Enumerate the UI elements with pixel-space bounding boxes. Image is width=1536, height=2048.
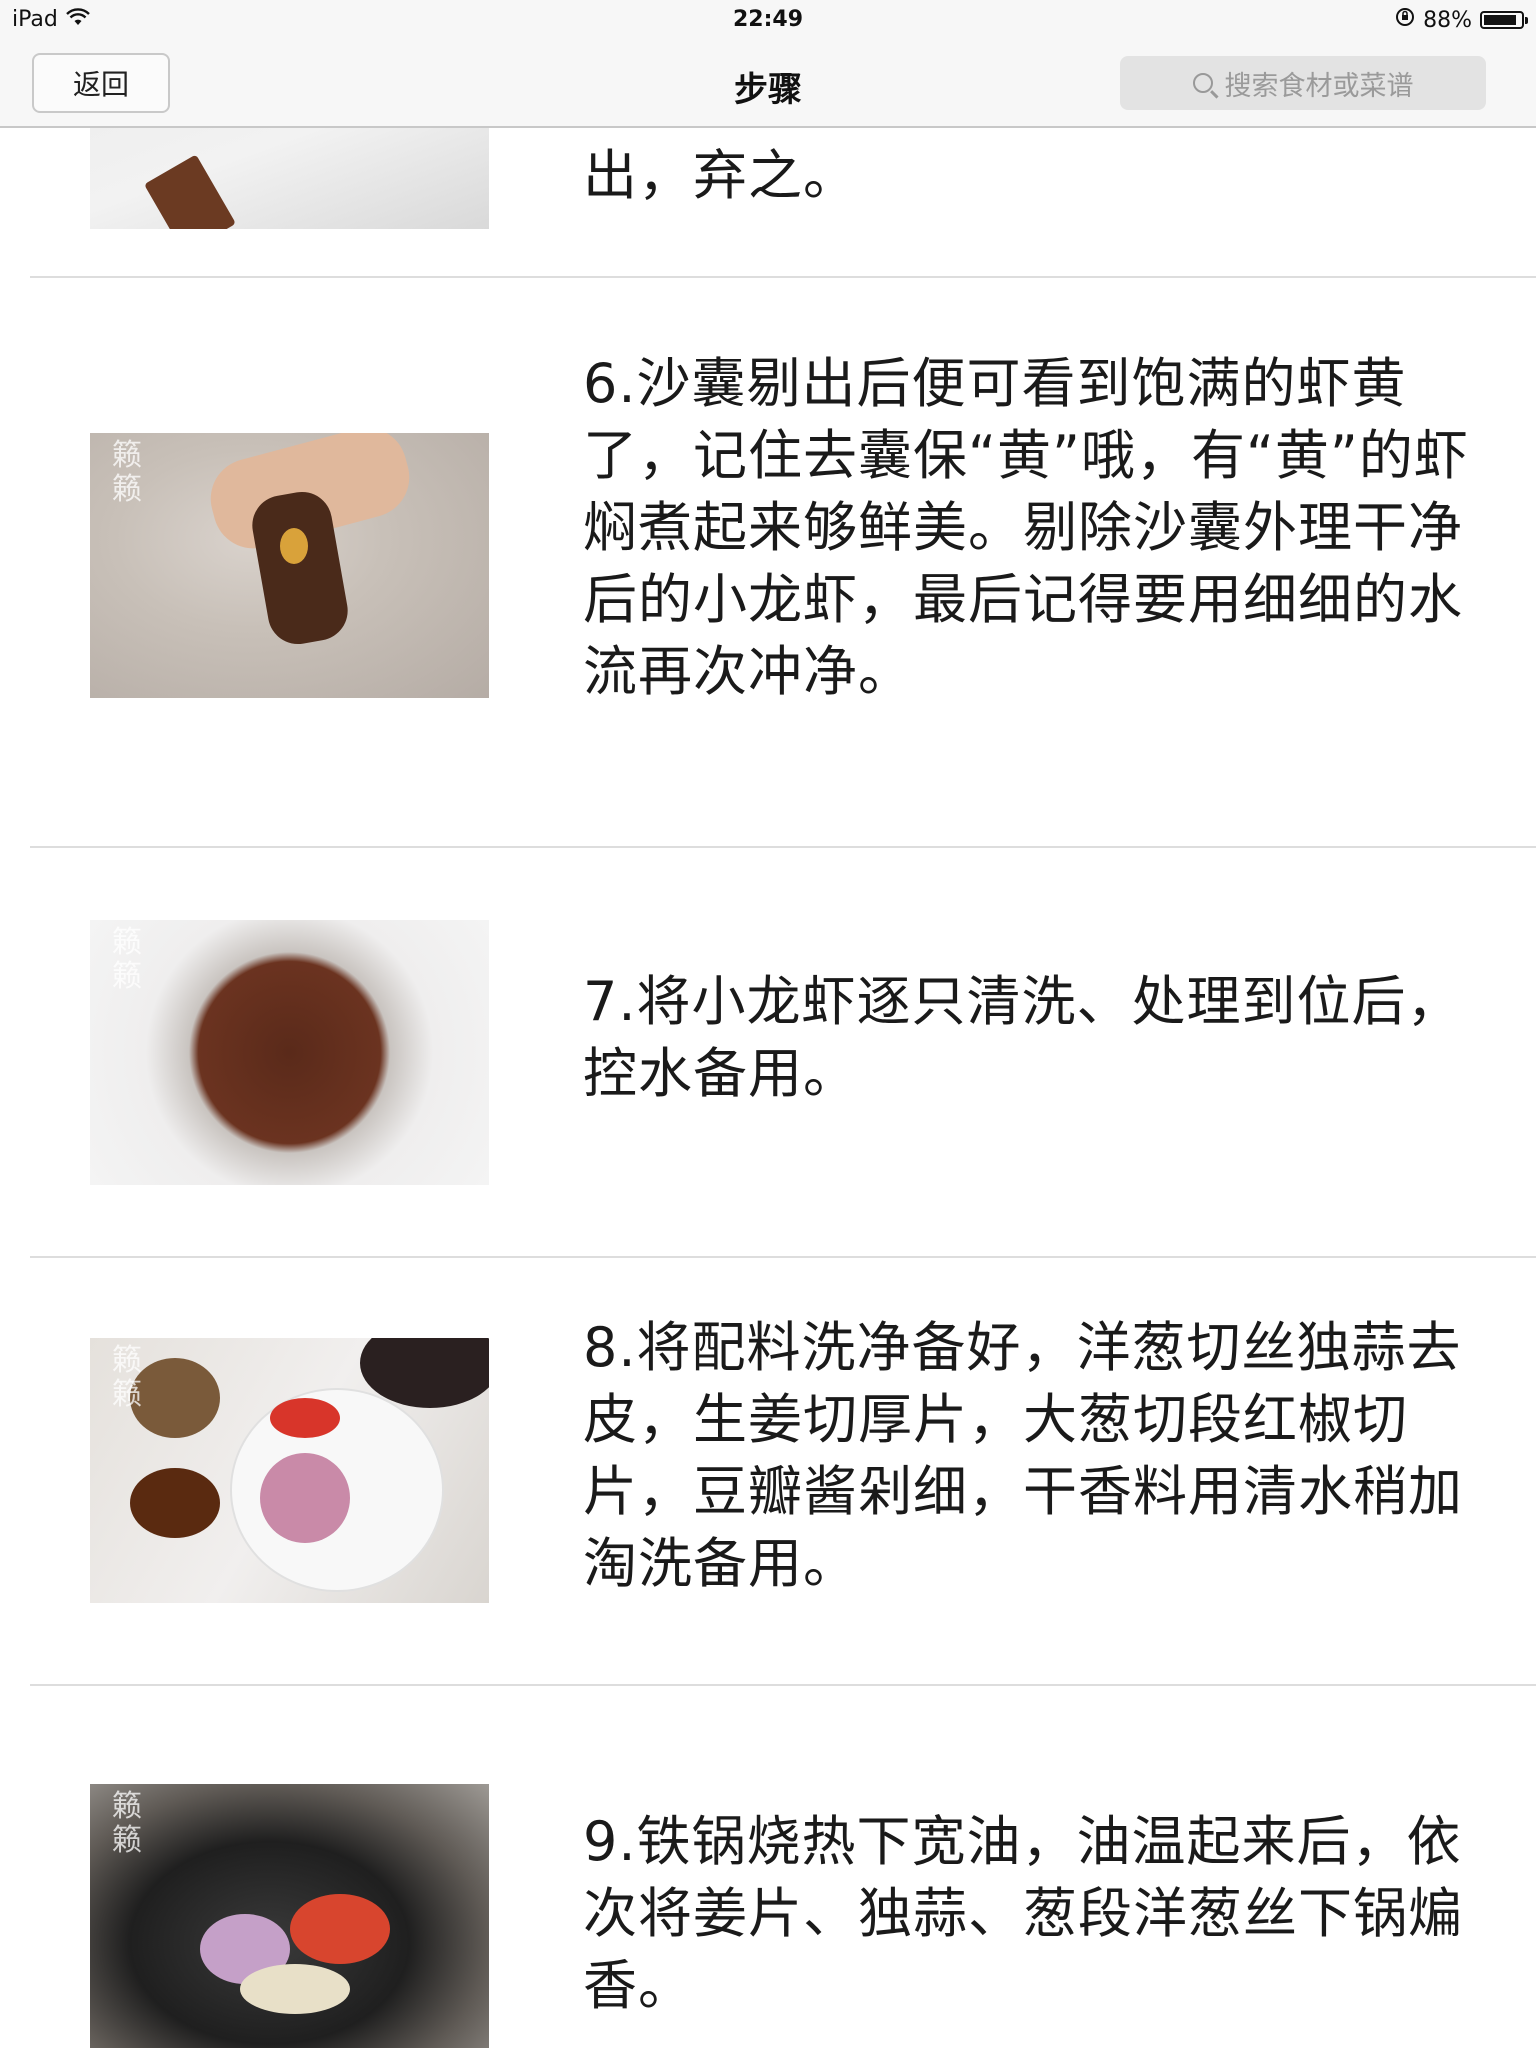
watermark-logo: 籁籁 — [112, 925, 142, 994]
rotation-lock-icon — [1395, 7, 1415, 33]
list-item-step-9: 籁籁 9.铁锅烧热下宽油，油温起来后，依次将姜片、独蒜、葱段洋葱丝下锅煸香。 — [30, 1686, 1536, 2048]
status-time: 22:49 — [732, 7, 804, 32]
step-7-text: 7.将小龙虾逐只清洗、处理到位后，控水备用。 — [583, 970, 1462, 1105]
battery-icon — [1480, 11, 1528, 29]
step-8-photo: 籁籁 — [90, 1338, 489, 1603]
list-item-step-5: 出，弃之。 — [30, 128, 1536, 278]
status-bar: iPad 22:49 88% — [0, 0, 1536, 40]
watermark-logo: 籁籁 — [112, 1343, 142, 1412]
watermark-logo: 籁籁 — [112, 438, 142, 507]
step-7-photo: 籁籁 — [90, 920, 489, 1185]
status-right: 88% — [1395, 7, 1528, 33]
photo-detail — [260, 1453, 350, 1543]
step-6-text: 6.沙囊剔出后便可看到饱满的虾黄了，记住去囊保“黄”哦，有“黄”的虾焖煮起来够鲜… — [583, 352, 1469, 703]
step-5-photo — [90, 128, 489, 229]
step-6-photo: 籁籁 — [90, 433, 489, 698]
step-9-photo: 籁籁 — [90, 1784, 489, 2048]
photo-detail — [144, 154, 236, 229]
battery-level — [1484, 15, 1516, 25]
search-input[interactable]: 搜索食材或菜谱 — [1120, 56, 1486, 110]
photo-detail — [280, 528, 308, 564]
list-item-step-7: 籁籁 7.将小龙虾逐只清洗、处理到位后，控水备用。 — [30, 848, 1536, 1258]
photo-detail — [270, 1398, 340, 1438]
battery-percent: 88% — [1423, 7, 1472, 33]
step-8-text: 8.将配料洗净备好，洋葱切丝独蒜去皮，生姜切厚片，大葱切段红椒切片，豆瓣酱剁细，… — [583, 1316, 1463, 1595]
photo-detail — [240, 1964, 350, 2014]
photo-detail — [290, 1894, 390, 1964]
steps-list[interactable]: 出，弃之。 籁籁 6.沙囊剔出后便可看到饱满的虾黄了，记住去囊保“黄”哦，有“黄… — [0, 128, 1536, 2048]
step-9-text: 9.铁锅烧热下宽油，油温起来后，依次将姜片、独蒜、葱段洋葱丝下锅煸香。 — [583, 1810, 1463, 2017]
search-placeholder: 搜索食材或菜谱 — [1224, 70, 1414, 102]
list-item-step-8: 籁籁 8.将配料洗净备好，洋葱切丝独蒜去皮，生姜切厚片，大葱切段红椒切片，豆瓣酱… — [30, 1258, 1536, 1686]
watermark-logo: 籁籁 — [112, 1789, 142, 1858]
step-5-text: 出，弃之。 — [583, 144, 858, 207]
navigation-bar: 返回 步骤 搜索食材或菜谱 — [0, 40, 1536, 128]
photo-detail — [130, 1358, 220, 1438]
search-icon — [1192, 73, 1213, 93]
photo-detail — [130, 1468, 220, 1538]
list-item-step-6: 籁籁 6.沙囊剔出后便可看到饱满的虾黄了，记住去囊保“黄”哦，有“黄”的虾焖煮起… — [30, 278, 1536, 848]
